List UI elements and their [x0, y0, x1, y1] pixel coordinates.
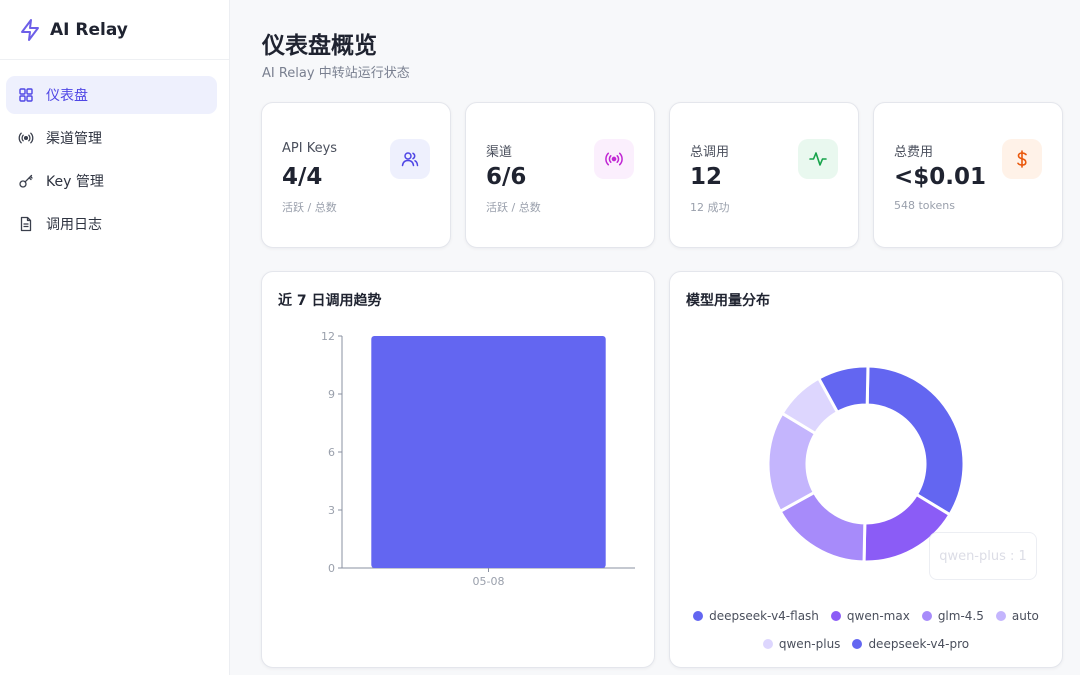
- legend-label: qwen-max: [846, 609, 910, 623]
- bar[interactable]: [371, 336, 606, 568]
- stat-subtext: 活跃 / 总数: [282, 201, 337, 214]
- stat-subtext: 活跃 / 总数: [486, 201, 541, 214]
- activity-icon: [798, 139, 838, 179]
- stat-value: <$0.01: [894, 164, 987, 190]
- legend-item[interactable]: auto: [995, 609, 1039, 623]
- page-subtitle: AI Relay 中转站运行状态: [262, 66, 410, 81]
- chart-tooltip: qwen-plus : 1: [929, 532, 1037, 580]
- brand[interactable]: AI Relay: [0, 0, 229, 60]
- broadcast-icon: [18, 132, 34, 144]
- donut-legend: deepseek-v4-flash qwen-max glm-4.5 auto: [670, 609, 1062, 623]
- legend-swatch: [995, 611, 1006, 621]
- broadcast-icon: [594, 139, 634, 179]
- sidebar-item-label: 仪表盘: [46, 88, 88, 104]
- donut-slice[interactable]: [865, 364, 966, 517]
- stat-value: 6/6: [486, 164, 527, 190]
- legend-label: auto: [1011, 609, 1039, 623]
- sidebar-item-label: 渠道管理: [46, 131, 102, 147]
- y-tick-label: 3: [328, 504, 335, 517]
- users-icon: [390, 139, 430, 179]
- donut-legend: qwen-plus deepseek-v4-pro: [670, 637, 1062, 651]
- legend-swatch: [830, 611, 841, 621]
- stat-value: 4/4: [282, 164, 323, 190]
- sidebar-item-logs[interactable]: 调用日志: [6, 205, 217, 243]
- stat-subtext: 12 成功: [690, 201, 730, 214]
- sidebar-item-dashboard[interactable]: 仪表盘: [6, 76, 217, 114]
- stat-label: API Keys: [282, 141, 338, 156]
- stat-card-total-cost: 总费用 <$0.01 548 tokens: [873, 102, 1063, 248]
- legend-swatch: [762, 639, 773, 649]
- stat-card-total-calls: 总调用 12 12 成功: [669, 102, 859, 248]
- key-icon: [19, 174, 33, 188]
- trend-chart-title: 近 7 日调用趋势: [278, 293, 382, 309]
- sidebar-item-channels[interactable]: 渠道管理: [6, 119, 217, 157]
- legend-swatch: [852, 639, 863, 649]
- stat-label: 总费用: [894, 145, 934, 160]
- sidebar: AI Relay 仪表盘 渠道管理 Key 管理 调用日志: [0, 0, 230, 675]
- legend-label: qwen-plus: [778, 637, 841, 651]
- document-icon: [20, 216, 32, 232]
- stat-card-api-keys: API Keys 4/4 活跃 / 总数: [261, 102, 451, 248]
- legend-item[interactable]: qwen-max: [830, 609, 910, 623]
- donut-chart: [766, 364, 966, 564]
- sidebar-item-label: Key 管理: [46, 174, 104, 190]
- stat-value: 12: [690, 164, 723, 190]
- dashboard-icon: [19, 88, 33, 102]
- y-tick-label: 12: [321, 330, 335, 343]
- legend-item[interactable]: glm-4.5: [921, 609, 984, 623]
- legend-label: deepseek-v4-pro: [868, 637, 970, 651]
- sidebar-nav: 仪表盘 渠道管理 Key 管理 调用日志: [0, 60, 229, 243]
- y-tick-label: 0: [328, 562, 335, 575]
- page-title: 仪表盘概览: [262, 33, 377, 59]
- legend-item[interactable]: qwen-plus: [762, 637, 841, 651]
- app-name: AI Relay: [50, 19, 128, 40]
- legend-label: glm-4.5: [937, 609, 984, 623]
- stat-label: 总调用: [690, 145, 730, 160]
- y-tick-label: 6: [328, 446, 335, 459]
- legend-item[interactable]: deepseek-v4-flash: [693, 609, 819, 623]
- dollar-icon: [1002, 139, 1042, 179]
- sidebar-item-label: 调用日志: [46, 217, 102, 233]
- sidebar-item-keys[interactable]: Key 管理: [6, 162, 217, 200]
- bar-chart: 0 3 6 9 12 05-08: [321, 330, 635, 588]
- stat-card-channels: 渠道 6/6 活跃 / 总数: [465, 102, 655, 248]
- legend-label: deepseek-v4-flash: [709, 609, 819, 623]
- legend-swatch: [693, 611, 704, 621]
- trend-chart-card: 近 7 日调用趋势 0 3 6 9 12 05-08: [261, 271, 655, 668]
- y-tick-label: 9: [328, 388, 335, 401]
- stat-subtext: 548 tokens: [894, 199, 955, 212]
- x-tick-label: 05-08: [473, 575, 505, 588]
- legend-item[interactable]: deepseek-v4-pro: [852, 637, 969, 651]
- stat-label: 渠道: [486, 145, 513, 160]
- lightning-icon: [21, 18, 39, 41]
- legend-swatch: [921, 611, 932, 621]
